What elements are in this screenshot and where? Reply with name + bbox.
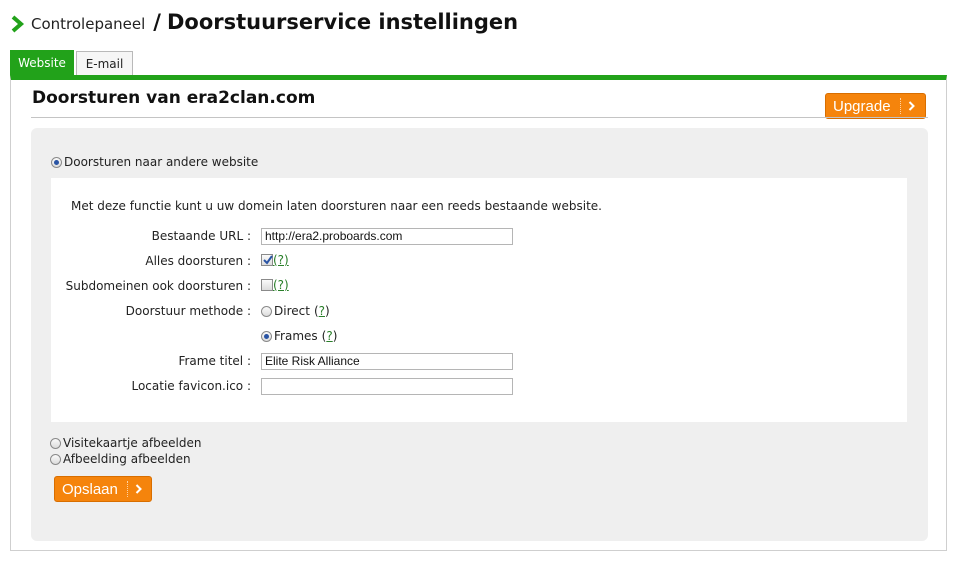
help-link[interactable]: (?) xyxy=(273,278,289,292)
tab-website[interactable]: Website xyxy=(10,50,74,75)
help-close: ) xyxy=(325,304,330,318)
existing-url-label: Bestaande URL : xyxy=(151,229,251,243)
subdomains-checkbox[interactable] xyxy=(261,279,273,291)
forwarding-form: Doorsturen naar andere website Met deze … xyxy=(31,128,928,541)
upgrade-button-label: Upgrade xyxy=(833,97,891,115)
method-frames-row[interactable]: Frames (?) xyxy=(261,329,337,343)
forward-website-radio[interactable] xyxy=(51,156,62,168)
business-card-radio[interactable] xyxy=(50,437,61,449)
save-button[interactable]: Opslaan xyxy=(54,476,152,502)
intro-text: Met deze functie kunt u uw domein laten … xyxy=(71,199,602,213)
breadcrumb-parent-link[interactable]: Controlepaneel xyxy=(31,15,145,33)
favicon-label: Locatie favicon.ico : xyxy=(131,379,251,393)
existing-url-input[interactable]: http://era2.proboards.com xyxy=(261,228,513,245)
chevron-right-icon xyxy=(135,484,142,494)
frame-title-input[interactable]: Elite Risk Alliance xyxy=(261,353,513,370)
upgrade-button[interactable]: Upgrade xyxy=(825,93,926,119)
frame-title-label: Frame titel : xyxy=(178,354,251,368)
favicon-input[interactable] xyxy=(261,378,513,395)
breadcrumb: Controlepaneel / Doorstuurservice instel… xyxy=(11,10,518,38)
button-divider xyxy=(899,98,901,114)
option-show-image[interactable]: Afbeelding afbeelden xyxy=(50,452,191,466)
tab-email[interactable]: E-mail xyxy=(76,51,133,75)
page-title: Doorstuurservice instellingen xyxy=(166,10,519,34)
method-label: Doorstuur methode : xyxy=(125,304,251,318)
help-close: ) xyxy=(332,329,338,343)
subdomains-label: Subdomeinen ook doorsturen : xyxy=(65,279,251,293)
forward-settings: Met deze functie kunt u uw domein laten … xyxy=(51,178,907,422)
option-forward-website[interactable]: Doorsturen naar andere website xyxy=(51,155,258,169)
option-business-card[interactable]: Visitekaartje afbeelden xyxy=(50,436,201,450)
chevron-right-icon xyxy=(908,101,915,111)
show-image-radio[interactable] xyxy=(50,453,61,465)
tab-bar: Website E-mail xyxy=(10,50,133,75)
method-frames-label: Frames xyxy=(274,329,318,343)
forward-website-label: Doorsturen naar andere website xyxy=(64,155,259,169)
breadcrumb-separator: / xyxy=(153,10,161,34)
section-heading: Doorsturen van era2clan.com xyxy=(32,88,316,108)
help-link[interactable]: (?) xyxy=(273,253,289,267)
save-button-label: Opslaan xyxy=(62,480,118,498)
show-image-label: Afbeelding afbeelden xyxy=(63,452,191,466)
forward-all-row: (?) xyxy=(261,253,289,267)
chevron-right-icon xyxy=(11,15,25,33)
method-direct-radio[interactable] xyxy=(261,305,272,317)
business-card-label: Visitekaartje afbeelden xyxy=(63,436,202,450)
method-frames-radio[interactable] xyxy=(261,330,272,342)
forward-all-checkbox[interactable] xyxy=(261,254,273,266)
method-direct-label: Direct xyxy=(274,304,310,318)
main-panel: Doorsturen van era2clan.com Upgrade Door… xyxy=(10,75,947,551)
subdomains-row: (?) xyxy=(261,278,289,292)
button-divider xyxy=(126,481,128,497)
divider xyxy=(31,117,928,118)
checkmark-icon xyxy=(263,255,273,265)
forward-all-label: Alles doorsturen : xyxy=(145,254,251,268)
method-direct-row[interactable]: Direct (?) xyxy=(261,304,330,318)
